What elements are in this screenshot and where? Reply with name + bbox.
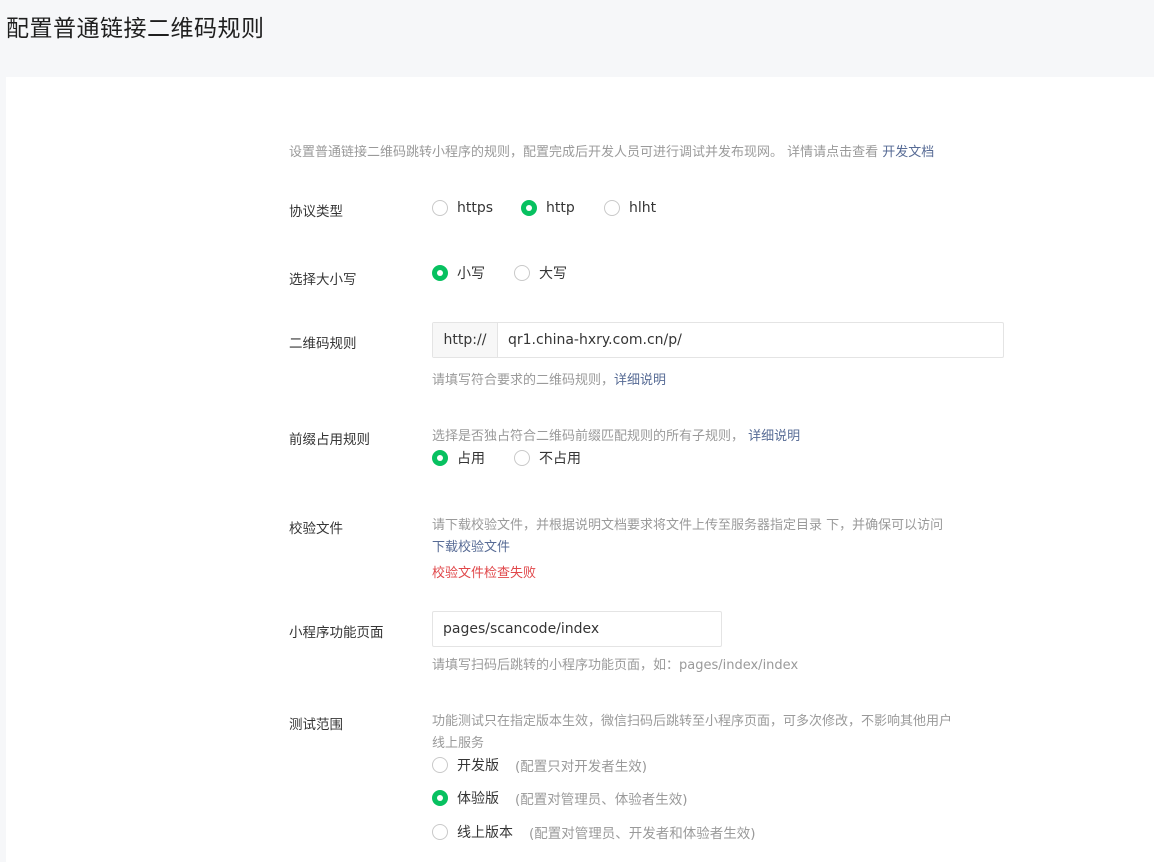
- qr-rule-label: 二维码规则: [289, 336, 357, 352]
- qr-rule-input[interactable]: [498, 323, 1003, 357]
- protocol-http-radio[interactable]: http: [521, 200, 575, 216]
- radio-unchecked-icon: [604, 200, 620, 216]
- config-form: 设置普通链接二维码跳转小程序的规则，配置完成后开发人员可进行调试并发布现网。 详…: [6, 77, 1154, 862]
- download-verify-file-link[interactable]: 下载校验文件: [432, 536, 510, 555]
- prefix-occupy-radio[interactable]: 占用: [432, 448, 485, 468]
- case-label: 选择大小写: [289, 272, 357, 288]
- radio-checked-icon: [432, 450, 448, 466]
- qr-rule-prefix: http://: [433, 323, 498, 357]
- page-input-box: [432, 611, 722, 647]
- qr-rule-detail-link[interactable]: 详细说明: [614, 373, 666, 388]
- case-lower-radio[interactable]: 小写: [432, 263, 485, 283]
- case-upper-radio[interactable]: 大写: [514, 263, 567, 283]
- verify-file-label: 校验文件: [289, 521, 343, 537]
- radio-unchecked-icon: [432, 757, 448, 773]
- prefix-rule-detail-link[interactable]: 详细说明: [748, 429, 800, 444]
- test-scope-hint-2: 线上服务: [432, 736, 485, 751]
- page-label: 小程序功能页面: [289, 625, 384, 641]
- radio-unchecked-icon: [514, 265, 530, 281]
- protocol-hlht-radio[interactable]: hlht: [604, 200, 656, 216]
- test-scope-label: 测试范围: [289, 717, 343, 733]
- test-scope-trial-radio[interactable]: 体验版 (配置对管理员、体验者生效): [432, 788, 688, 808]
- verify-file-error: 校验文件检查失败: [432, 566, 537, 581]
- protocol-label: 协议类型: [289, 204, 343, 220]
- test-scope-release-radio[interactable]: 线上版本 (配置对管理员、开发者和体验者生效): [432, 822, 756, 842]
- protocol-https-radio[interactable]: https: [432, 200, 493, 216]
- radio-unchecked-icon: [432, 200, 448, 216]
- test-scope-dev-radio[interactable]: 开发版 (配置只对开发者生效): [432, 755, 647, 775]
- intro-text: 设置普通链接二维码跳转小程序的规则，配置完成后开发人员可进行调试并发布现网。 详…: [289, 145, 935, 160]
- page-hint: 请填写扫码后跳转的小程序功能页面，如：pages/index/index: [432, 658, 799, 673]
- radio-checked-icon: [432, 265, 448, 281]
- qr-rule-input-group: http://: [432, 322, 1004, 358]
- verify-file-hint: 请下载校验文件，并根据说明文档要求将文件上传至服务器指定目录 下，并确保可以访问: [432, 518, 944, 533]
- prefix-not-occupy-radio[interactable]: 不占用: [514, 448, 581, 468]
- qr-rule-hint: 请填写符合要求的二维码规则，详细说明: [432, 373, 667, 388]
- radio-checked-icon: [432, 790, 448, 806]
- page-input[interactable]: [433, 612, 721, 646]
- prefix-rule-label: 前缀占用规则: [289, 432, 370, 448]
- radio-unchecked-icon: [432, 824, 448, 840]
- radio-checked-icon: [521, 200, 537, 216]
- radio-unchecked-icon: [514, 450, 530, 466]
- dev-docs-link[interactable]: 开发文档: [882, 145, 934, 160]
- prefix-rule-hint: 选择是否独占符合二维码前缀匹配规则的所有子规则， 详细说明: [432, 429, 801, 444]
- test-scope-hint-1: 功能测试只在指定版本生效，微信扫码后跳转至小程序页面，可多次修改，不影响其他用户: [432, 714, 953, 729]
- page-title: 配置普通链接二维码规则: [6, 16, 265, 42]
